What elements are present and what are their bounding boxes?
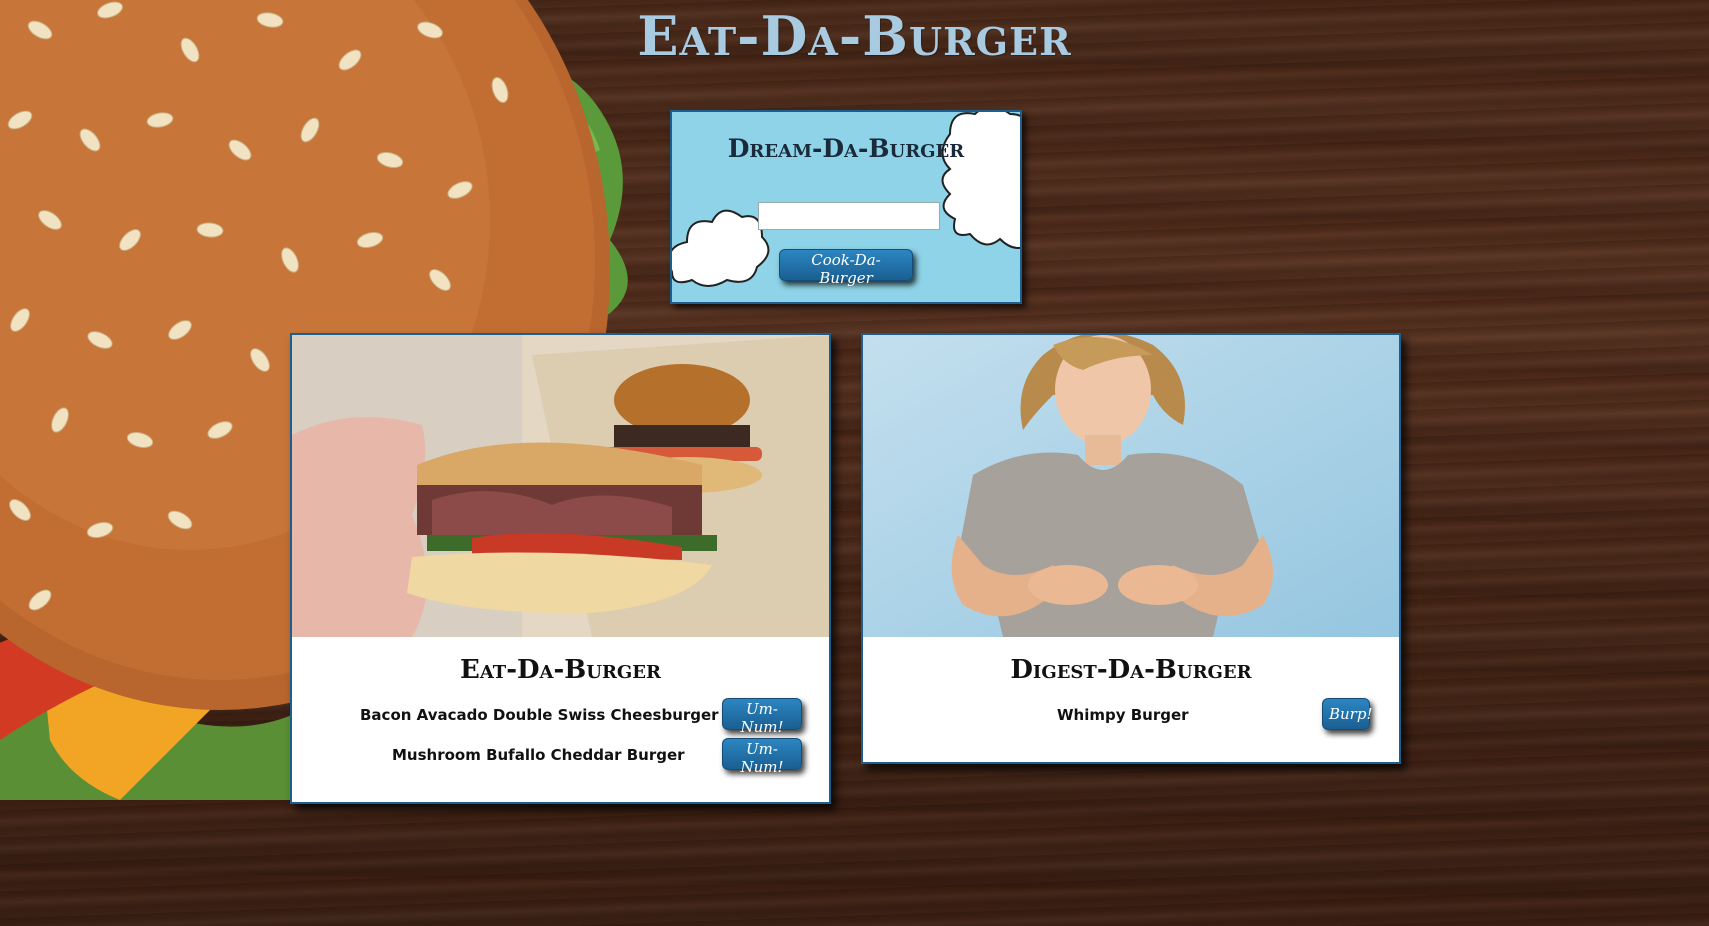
digest-card-title: Digest-Da-Burger bbox=[1010, 655, 1252, 685]
burger-name: Bacon Avacado Double Swiss Cheesburger bbox=[360, 706, 719, 724]
dream-panel: Dream-Da-Burger Cook-Da-Burger bbox=[670, 110, 1022, 304]
list-item: Mushroom Bufallo Cheddar Burger Um-Num! bbox=[292, 738, 829, 776]
burger-name: Mushroom Bufallo Cheddar Burger bbox=[392, 746, 685, 764]
list-item: Whimpy Burger Burp! bbox=[863, 698, 1399, 734]
digest-card: Digest-Da-Burger Whimpy Burger Burp! bbox=[861, 333, 1401, 764]
cloud-decoration-right bbox=[941, 112, 1020, 249]
eat-card: Eat-Da-Burger Bacon Avacado Double Swiss… bbox=[290, 333, 831, 804]
digest-photo bbox=[863, 335, 1399, 637]
cloud-decoration-left bbox=[672, 209, 770, 287]
burp-button[interactable]: Burp! bbox=[1322, 698, 1372, 730]
devour-button[interactable]: Um-Num! bbox=[722, 698, 802, 736]
eat-card-title: Eat-Da-Burger bbox=[460, 655, 661, 685]
devour-button[interactable]: Um-Num! bbox=[722, 738, 802, 776]
cook-burger-button[interactable]: Cook-Da-Burger bbox=[779, 249, 913, 287]
burger-name: Whimpy Burger bbox=[1057, 706, 1189, 724]
burger-photo bbox=[292, 335, 829, 637]
burger-name-input[interactable] bbox=[758, 202, 940, 230]
list-item: Bacon Avacado Double Swiss Cheesburger U… bbox=[292, 698, 829, 736]
dream-title: Dream-Da-Burger bbox=[727, 134, 965, 163]
site-title: Eat-Da-Burger bbox=[637, 4, 1072, 68]
